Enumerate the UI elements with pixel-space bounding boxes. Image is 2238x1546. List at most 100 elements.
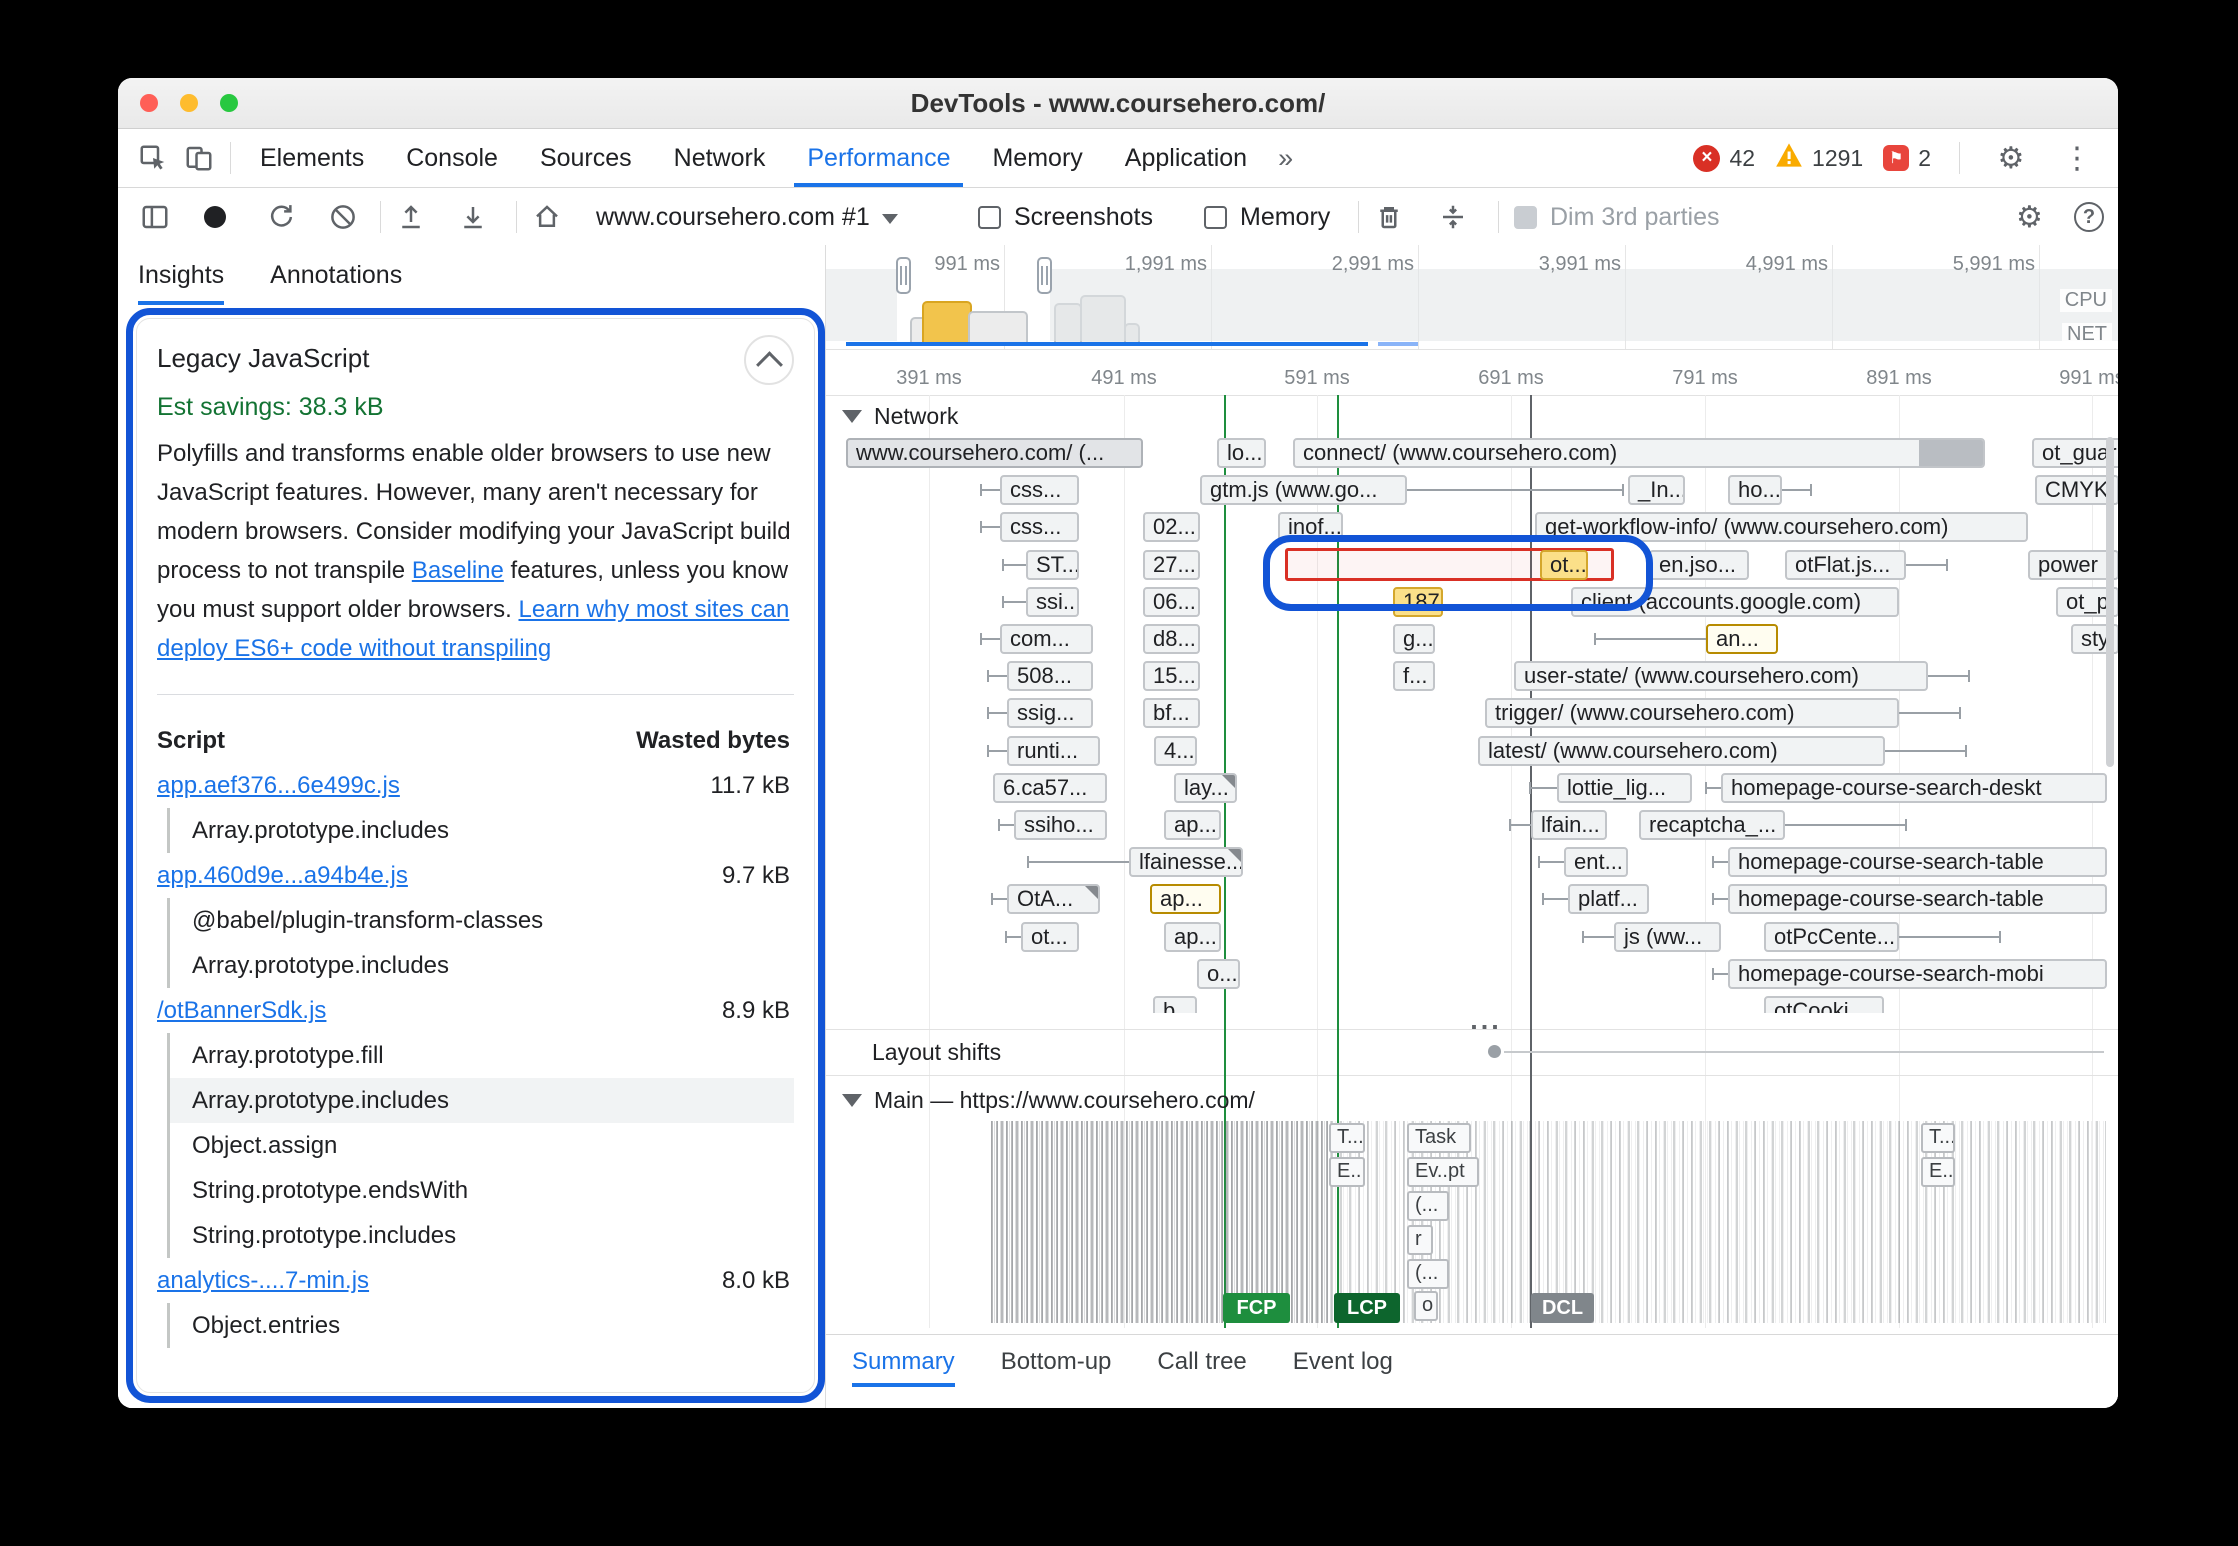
network-track-header[interactable]: Network: [842, 403, 958, 430]
network-request[interactable]: 6.ca57...: [993, 773, 1107, 803]
network-scrollbar[interactable]: [2106, 437, 2114, 767]
network-request[interactable]: 508...: [1007, 661, 1093, 691]
clear-recording-icon[interactable]: [328, 194, 358, 240]
warning-badge[interactable]: 1291: [1775, 142, 1863, 174]
layout-shift-marker[interactable]: [1488, 1045, 1501, 1058]
details-tab-bottom-up[interactable]: Bottom-up: [1001, 1348, 1112, 1387]
network-request[interactable]: latest/ (www.coursehero.com): [1478, 736, 1885, 766]
network-request[interactable]: g...: [1393, 624, 1435, 654]
network-request[interactable]: ST...: [1026, 550, 1079, 580]
script-link[interactable]: /otBannerSdk.js: [157, 997, 326, 1025]
layout-shifts-track-label[interactable]: Layout shifts: [872, 1039, 1001, 1066]
network-request[interactable]: user-state/ (www.coursehero.com): [1514, 661, 1928, 691]
inspect-icon[interactable]: [130, 135, 176, 181]
network-request[interactable]: 4...: [1154, 736, 1197, 766]
network-request[interactable]: o...: [1197, 959, 1240, 989]
network-request[interactable]: ap...: [1150, 884, 1221, 914]
flame-event[interactable]: T...: [1921, 1123, 1955, 1153]
network-request[interactable]: power: [2028, 550, 2118, 580]
network-request[interactable]: otCooki...: [1764, 996, 1884, 1013]
screenshots-checkbox[interactable]: Screenshots: [978, 194, 1153, 240]
minimize-window-button[interactable]: [180, 94, 198, 112]
marker-badge-fcp[interactable]: FCP: [1223, 1293, 1290, 1323]
flame-event[interactable]: o: [1414, 1291, 1438, 1321]
collect-garbage-icon[interactable]: [1374, 194, 1404, 240]
save-profile-icon[interactable]: [458, 194, 488, 240]
flame-event[interactable]: (...: [1407, 1191, 1449, 1221]
network-request[interactable]: css...: [1000, 512, 1079, 542]
network-request[interactable]: 06...: [1143, 587, 1200, 617]
more-options-icon[interactable]: ⋮: [2054, 135, 2100, 181]
tab-console[interactable]: Console: [385, 129, 519, 187]
home-icon[interactable]: [532, 194, 562, 240]
tab-performance[interactable]: Performance: [786, 129, 971, 187]
network-request[interactable]: homepage-course-search-table: [1728, 884, 2107, 914]
tab-network[interactable]: Network: [653, 129, 787, 187]
sidebar-tab-insights[interactable]: Insights: [138, 245, 224, 305]
history-dropdown[interactable]: www.coursehero.com #1: [596, 194, 898, 240]
network-request[interactable]: 187...: [1393, 587, 1443, 617]
network-request[interactable]: get-workflow-info/ (www.coursehero.com): [1535, 512, 2028, 542]
toggle-sidebar-icon[interactable]: [140, 194, 170, 240]
close-window-button[interactable]: [140, 94, 158, 112]
insight-link[interactable]: Baseline: [412, 557, 504, 584]
tab-sources[interactable]: Sources: [519, 129, 653, 187]
details-tab-event-log[interactable]: Event log: [1293, 1348, 1393, 1387]
network-request[interactable]: recaptcha_...: [1639, 810, 1785, 840]
memory-checkbox[interactable]: Memory: [1204, 194, 1330, 240]
network-request[interactable]: OtA...: [1007, 884, 1100, 914]
network-request[interactable]: trigger/ (www.coursehero.com): [1485, 698, 1899, 728]
network-request[interactable]: bf...: [1143, 698, 1200, 728]
marker-badge-dcl[interactable]: DCL: [1531, 1293, 1594, 1323]
selection-handle-left[interactable]: [896, 257, 911, 294]
network-request[interactable]: ho...: [1728, 475, 1782, 505]
network-request[interactable]: lfain...: [1531, 810, 1607, 840]
network-request[interactable]: d8...: [1143, 624, 1200, 654]
network-request[interactable]: homepage-course-search-mobi: [1728, 959, 2107, 989]
network-request[interactable]: ap...: [1164, 922, 1221, 952]
network-request[interactable]: connect/ (www.coursehero.com): [1293, 438, 1985, 468]
dim-third-parties-checkbox[interactable]: Dim 3rd parties: [1514, 194, 1720, 240]
sidebar-tab-annotations[interactable]: Annotations: [270, 245, 402, 305]
network-request[interactable]: 15...: [1143, 661, 1200, 691]
network-request[interactable]: lay...: [1174, 773, 1237, 803]
network-request[interactable]: en.jso...: [1649, 550, 1749, 580]
network-request[interactable]: _In...: [1628, 475, 1685, 505]
network-request[interactable]: an...: [1706, 624, 1778, 654]
network-request[interactable]: platf...: [1568, 884, 1649, 914]
zoom-window-button[interactable]: [220, 94, 238, 112]
flame-event[interactable]: Task: [1407, 1123, 1471, 1153]
issues-badge[interactable]: ⚑ 2: [1883, 145, 1931, 172]
script-link[interactable]: app.460d9e...a94b4e.js: [157, 862, 408, 890]
script-link[interactable]: app.aef376...6e499c.js: [157, 772, 400, 800]
tab-memory[interactable]: Memory: [971, 129, 1103, 187]
network-overflow-indicator[interactable]: ...: [1431, 1005, 1541, 1036]
help-icon[interactable]: ?: [2074, 194, 2104, 240]
selection-handle-right[interactable]: [1037, 257, 1052, 294]
flame-event[interactable]: T...: [1329, 1123, 1365, 1153]
network-request[interactable]: lo...: [1217, 438, 1266, 468]
legacy-javascript-insight-card[interactable]: Legacy JavaScript Est savings: 38.3 kB P…: [136, 318, 815, 1393]
flame-event[interactable]: (...: [1407, 1259, 1449, 1289]
network-request[interactable]: js (ww...: [1614, 922, 1721, 952]
network-request[interactable]: ot...: [1021, 922, 1079, 952]
network-request[interactable]: ssiho...: [1014, 810, 1107, 840]
network-request[interactable]: homepage-course-search-deskt: [1721, 773, 2107, 803]
network-request[interactable]: otPcCente...: [1764, 922, 1899, 952]
flame-event[interactable]: Ev..pt: [1407, 1157, 1479, 1187]
network-request[interactable]: gtm.js (www.go...: [1200, 475, 1407, 505]
flame-event[interactable]: E...: [1921, 1157, 1955, 1187]
record-button[interactable]: [204, 194, 226, 240]
tab-elements[interactable]: Elements: [239, 129, 385, 187]
flame-event[interactable]: r: [1407, 1225, 1433, 1255]
flame-event[interactable]: E...: [1329, 1157, 1365, 1187]
error-badge[interactable]: × 42: [1693, 145, 1755, 172]
main-thread-track-header[interactable]: Main — https://www.coursehero.com/: [842, 1087, 1255, 1114]
network-request[interactable]: inof...: [1278, 512, 1343, 542]
details-tab-summary[interactable]: Summary: [852, 1348, 955, 1387]
network-request[interactable]: ssi...: [1026, 587, 1079, 617]
collapse-insight-button[interactable]: [744, 335, 794, 385]
network-request[interactable]: ap...: [1164, 810, 1221, 840]
network-request[interactable]: css...: [1000, 475, 1079, 505]
network-request[interactable]: 27...: [1143, 550, 1200, 580]
